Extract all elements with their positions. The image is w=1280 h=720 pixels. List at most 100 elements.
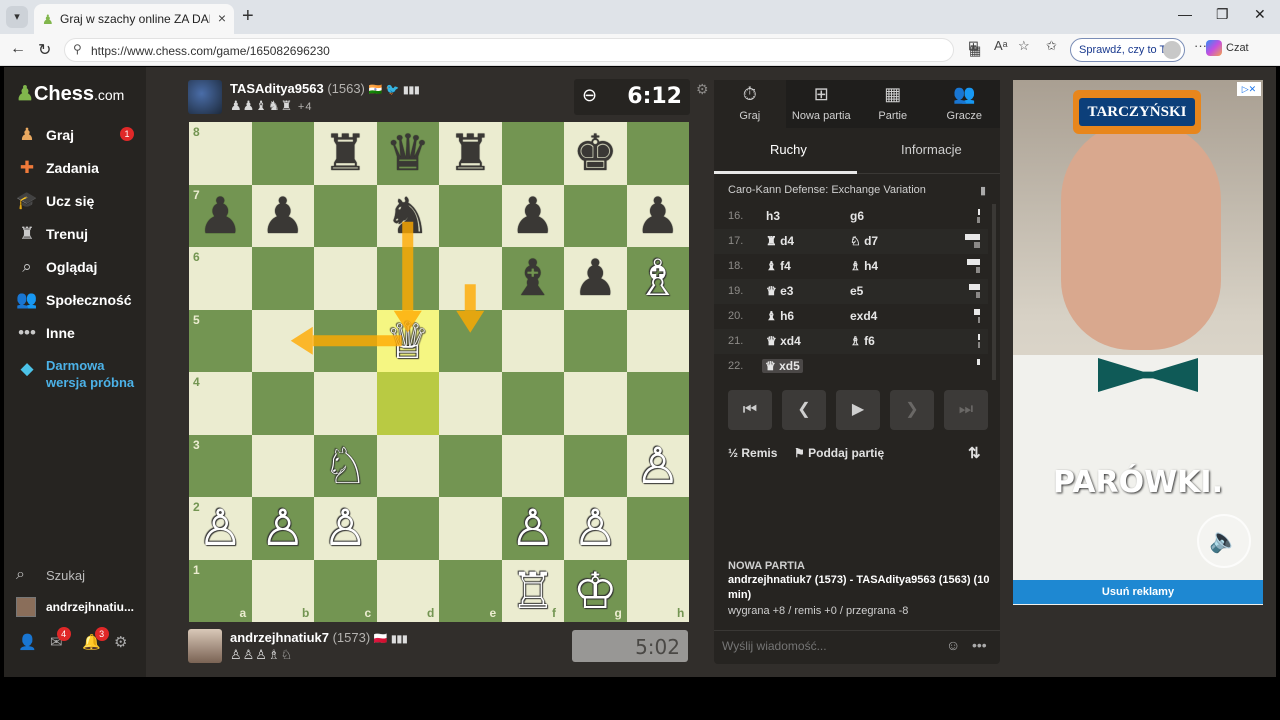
chess-board[interactable]: 8 ♜ ♛ ♜ ♚ 7 ♟ ♟ ♞ ♟ ♟ 6 ♝ ♟ ♗ 5 ♕ 4 3 ♘ ♙ 2 ♙ ♙ ♙ ♙ ♙ 1 a b c d e f ♖ g ♔ h <box>189 122 689 622</box>
sidebar-item-ucz-sie[interactable]: 🎓 Ucz się <box>16 189 144 215</box>
square-b8[interactable] <box>251 122 314 185</box>
tab-close-icon[interactable]: × <box>218 10 226 26</box>
tab-graj[interactable]: ⏱ Graj <box>714 80 786 128</box>
close-window-icon[interactable]: ✕ <box>1254 6 1266 23</box>
favorite-icon[interactable]: ☆ <box>1018 38 1030 54</box>
square-h4[interactable] <box>626 372 689 435</box>
piece-e8[interactable]: ♜ <box>439 122 502 185</box>
square-g5[interactable] <box>564 309 627 372</box>
new-tab-button[interactable]: + <box>242 5 254 28</box>
site-info-icon[interactable]: ⚲ <box>73 42 82 56</box>
sidebar-item-ogladaj[interactable]: ⌕ Oglądaj <box>16 255 144 281</box>
black-move[interactable]: ♗ f6 <box>850 334 875 348</box>
square-c4[interactable] <box>314 372 377 435</box>
square-g4[interactable] <box>564 372 627 435</box>
speaker-icon[interactable]: 🔈 <box>1197 514 1251 568</box>
back-icon[interactable]: ← <box>10 40 26 58</box>
piece-g8[interactable]: ♚ <box>564 122 627 185</box>
square-h8[interactable] <box>626 122 689 185</box>
opponent-name[interactable]: TASAditya9563 (1563) 🇮🇳 🐦 ▮▮▮ <box>230 81 420 96</box>
mail-icon[interactable]: ✉ 4 <box>50 627 71 651</box>
square-d6[interactable] <box>376 247 439 310</box>
square-e2[interactable] <box>439 497 502 560</box>
square-b3[interactable] <box>251 434 314 497</box>
piece-f6[interactable]: ♝ <box>502 247 565 310</box>
book-icon[interactable]: ▮ <box>980 184 986 197</box>
tab-ruchy[interactable]: Ruchy <box>770 142 807 157</box>
piece-f2[interactable]: ♙ <box>502 497 565 560</box>
piece-h3[interactable]: ♙ <box>627 435 690 498</box>
black-move[interactable]: ♘ d7 <box>850 234 878 248</box>
white-move[interactable]: ♛ xd5 <box>762 359 803 373</box>
square-f4[interactable] <box>501 372 564 435</box>
piece-d5[interactable]: ♕ <box>377 310 440 373</box>
square-d2[interactable] <box>376 497 439 560</box>
square-c7[interactable] <box>314 184 377 247</box>
square-h2[interactable] <box>626 497 689 560</box>
square-f5[interactable] <box>501 309 564 372</box>
black-move[interactable]: exd4 <box>850 309 877 323</box>
square-b6[interactable] <box>251 247 314 310</box>
opponent-avatar[interactable] <box>188 80 222 114</box>
black-move[interactable]: ♗ h4 <box>850 259 878 273</box>
move-list[interactable]: 16. h3 g6 17. ♜ d4 ♘ d7 18. ♝ f4 ♗ h4 19. ♛ e3 e5 20… <box>714 204 988 380</box>
square-g3[interactable] <box>564 434 627 497</box>
piece-d8[interactable]: ♛ <box>377 122 440 185</box>
white-move[interactable]: ♝ f4 <box>766 259 791 273</box>
square-e6[interactable] <box>439 247 502 310</box>
square-e7[interactable] <box>439 184 502 247</box>
piece-f1[interactable]: ♖ <box>502 560 565 623</box>
sidebar-item-graj[interactable]: ♟ Graj 1 <box>16 123 144 149</box>
square-b4[interactable] <box>251 372 314 435</box>
app-available-icon[interactable]: ⊞ <box>968 38 979 54</box>
tab-nowa-partia[interactable]: ⊞ Nowa partia <box>785 80 857 128</box>
white-move[interactable]: ♝ h6 <box>766 309 794 323</box>
emoji-icon[interactable]: ☺ <box>946 637 960 653</box>
tab-partie[interactable]: ▦ Partie <box>857 80 929 128</box>
sidebar-item-trial[interactable]: ◆ Darmowa wersja próbna <box>16 357 144 411</box>
piece-h6[interactable]: ♗ <box>627 247 690 310</box>
square-f3[interactable] <box>501 434 564 497</box>
tab-list-button[interactable]: ▾ <box>6 6 28 28</box>
reload-icon[interactable]: ↻ <box>38 40 51 60</box>
piece-b2[interactable]: ♙ <box>252 497 315 560</box>
first-move-button[interactable]: ⏮ <box>728 390 772 430</box>
bell-icon[interactable]: 🔔 3 <box>82 627 109 651</box>
sidebar-item-inne[interactable]: ••• Inne <box>16 321 144 347</box>
square-f8[interactable] <box>501 122 564 185</box>
friends-icon[interactable]: 👤 <box>18 633 37 651</box>
read-aloud-icon[interactable]: Aᵃ <box>994 38 1008 53</box>
piece-g6[interactable]: ♟ <box>564 247 627 310</box>
sidebar-item-zadania[interactable]: ✚ Zadania <box>16 156 144 182</box>
piece-g2[interactable]: ♙ <box>564 497 627 560</box>
czat-label[interactable]: Czat <box>1226 42 1249 54</box>
tab-gracze[interactable]: 👥 Gracze <box>928 80 1000 128</box>
restore-icon[interactable]: ❐ <box>1216 6 1229 23</box>
black-move[interactable]: e5 <box>850 284 863 298</box>
last-move-button[interactable]: ⏭ <box>944 390 988 430</box>
white-move[interactable]: ♛ xd4 <box>766 334 801 348</box>
square-d3[interactable] <box>376 434 439 497</box>
chat-more-icon[interactable]: ••• <box>972 637 987 653</box>
profile-check-button[interactable]: Sprawdź, czy to Ty <box>1070 38 1185 62</box>
piece-h7[interactable]: ♟ <box>627 185 690 248</box>
square-b5[interactable] <box>251 309 314 372</box>
browser-tab[interactable]: ♟ Graj w szachy online ZA DARMO - C × <box>34 4 234 34</box>
square-g7[interactable] <box>564 184 627 247</box>
piece-c2[interactable]: ♙ <box>314 497 377 560</box>
square-h5[interactable] <box>626 309 689 372</box>
remove-ads-button[interactable]: Usuń reklamy <box>1013 580 1263 604</box>
square-d4[interactable] <box>376 372 439 435</box>
flip-board-icon[interactable]: ⇅ <box>968 444 981 462</box>
piece-a7[interactable]: ♟ <box>189 185 252 248</box>
copilot-icon[interactable] <box>1206 40 1222 56</box>
sidebar-item-trenuj[interactable]: ♜ Trenuj <box>16 222 144 248</box>
piece-c8[interactable]: ♜ <box>314 122 377 185</box>
settings-icon[interactable]: ⚙ <box>114 633 127 651</box>
square-e4[interactable] <box>439 372 502 435</box>
white-move[interactable]: ♜ d4 <box>766 234 794 248</box>
move-list-scrollbar[interactable] <box>992 204 996 380</box>
piece-g1[interactable]: ♔ <box>564 560 627 623</box>
white-move[interactable]: h3 <box>766 209 780 223</box>
chess-logo[interactable]: ♟Chess.com <box>16 81 124 106</box>
